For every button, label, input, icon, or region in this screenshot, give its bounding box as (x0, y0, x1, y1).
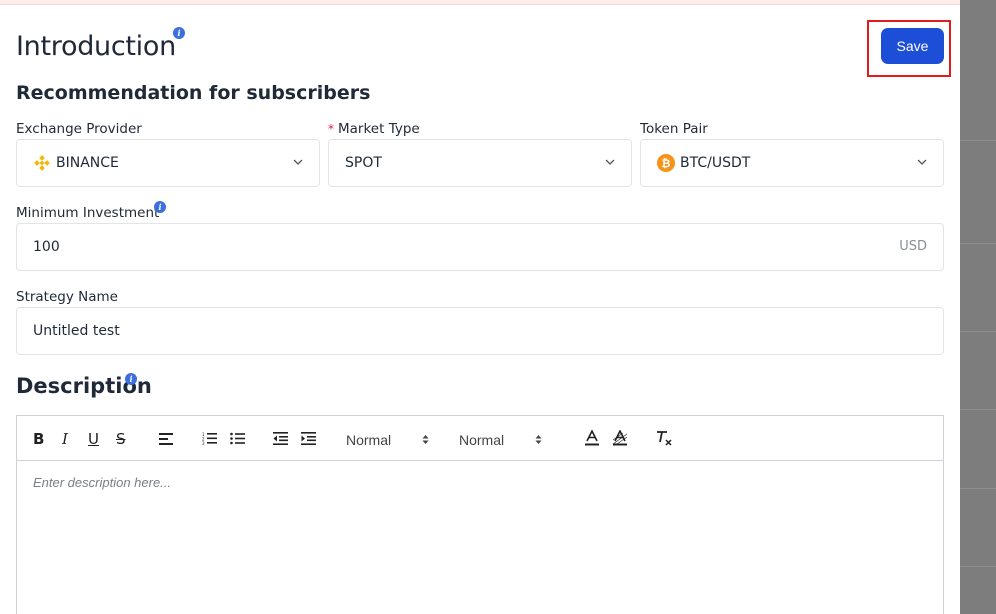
info-icon[interactable]: i (125, 373, 137, 385)
clear-formatting-icon[interactable] (656, 431, 672, 446)
minimum-investment-input[interactable]: 100 USD (16, 223, 944, 271)
heading-value: Normal (459, 432, 505, 448)
exchange-provider-label: Exchange Provider (16, 121, 142, 137)
chevron-down-icon (605, 159, 615, 165)
description-placeholder[interactable]: Enter description here... (33, 475, 171, 490)
token-pair-label: Token Pair (640, 121, 708, 137)
text-color-icon[interactable] (585, 430, 599, 446)
exchange-provider-select[interactable]: BINANCE (16, 139, 320, 187)
overlay-divider (960, 488, 996, 489)
save-button[interactable]: Save (881, 28, 944, 64)
overlay-divider (960, 566, 996, 567)
page-title: Introduction (16, 31, 176, 62)
outdent-icon[interactable] (273, 432, 288, 445)
svg-text:3: 3 (202, 441, 205, 445)
align-left-icon[interactable] (159, 433, 173, 445)
heading-select[interactable]: Normal (459, 432, 542, 448)
market-type-value: SPOT (345, 155, 382, 171)
binance-icon (33, 154, 51, 172)
description-editor: B I U S 1 2 3 Normal Normal Enter descri… (16, 415, 944, 614)
info-icon[interactable]: i (173, 27, 185, 39)
overlay-divider (960, 140, 996, 141)
select-arrows-icon (535, 435, 542, 444)
editor-toolbar: B I U S 1 2 3 Normal Normal (17, 416, 943, 461)
token-pair-value: BTC/USDT (680, 155, 751, 171)
font-size-value: Normal (346, 432, 392, 448)
strategy-name-input[interactable]: Untitled test (16, 307, 944, 355)
currency-unit: USD (899, 239, 927, 254)
minimum-investment-label: Minimum Investment (16, 205, 160, 221)
market-type-select[interactable]: SPOT (328, 139, 632, 187)
overlay-divider (960, 409, 996, 410)
introduction-panel: Introduction i Save Recommendation for s… (0, 5, 960, 614)
minimum-investment-value: 100 (33, 239, 60, 255)
strategy-name-value: Untitled test (33, 323, 120, 339)
token-pair-select[interactable]: ₿ BTC/USDT (640, 139, 944, 187)
background-color-icon[interactable] (613, 430, 627, 446)
market-type-label: * Market Type (328, 121, 420, 137)
strikethrough-icon[interactable]: S (116, 430, 126, 448)
italic-icon[interactable]: I (62, 430, 68, 448)
overlay-divider (960, 243, 996, 244)
chevron-down-icon (917, 159, 927, 165)
ordered-list-icon[interactable]: 1 2 3 (202, 432, 217, 445)
underline-icon[interactable]: U (88, 430, 99, 448)
select-arrows-icon (422, 435, 429, 444)
strategy-name-label: Strategy Name (16, 289, 118, 305)
chevron-down-icon (293, 159, 303, 165)
font-size-select[interactable]: Normal (346, 432, 429, 448)
exchange-provider-value: BINANCE (56, 155, 119, 171)
section-subtitle: Recommendation for subscribers (16, 82, 371, 104)
overlay-divider (960, 331, 996, 332)
bitcoin-icon: ₿ (657, 154, 675, 172)
required-mark: * (328, 122, 334, 136)
bullet-list-icon[interactable] (230, 432, 245, 445)
indent-icon[interactable] (301, 432, 316, 445)
info-icon[interactable]: i (154, 201, 166, 213)
market-type-label-text: Market Type (338, 121, 420, 137)
background-overlay (960, 0, 996, 614)
bold-icon[interactable]: B (33, 430, 44, 448)
